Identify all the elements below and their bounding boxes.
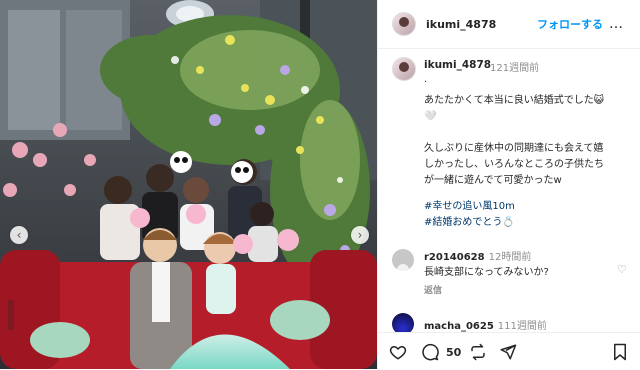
- comment-icon[interactable]: [420, 342, 440, 362]
- comment-text: 長崎支部になってみないか?: [424, 267, 549, 278]
- hashtag-link[interactable]: #幸せの追い風10m: [424, 197, 515, 212]
- comment-count: 50: [446, 346, 462, 359]
- share-icon[interactable]: [498, 342, 518, 362]
- avatar[interactable]: [392, 12, 416, 36]
- hashtag-link[interactable]: #結婚おめでとう💍: [424, 213, 515, 228]
- chevron-left-icon: ‹: [16, 228, 22, 242]
- caption-dot: .: [424, 74, 428, 85]
- comment-time: 12時間前: [488, 252, 532, 263]
- comment-username[interactable]: macha_0625 111週間前: [424, 317, 547, 332]
- post-photo[interactable]: ‹ ›: [0, 0, 377, 369]
- caption-time: 121週間前: [490, 63, 540, 74]
- caption-avatar[interactable]: [392, 57, 416, 81]
- reply-button[interactable]: 返信: [424, 283, 442, 296]
- follow-button[interactable]: フォローする: [537, 16, 603, 32]
- comment-avatar[interactable]: [392, 313, 414, 332]
- comment-avatar[interactable]: [392, 249, 414, 271]
- caption-text: あたたかくて本当に良い結婚式でした😺 🤍 久しぶりに産休中の同期達にも会えて嬉 …: [424, 95, 605, 186]
- more-icon[interactable]: …: [609, 16, 624, 32]
- comments-list: ikumi_4878 121週間前 . あたたかくて本当に良い結婚式でした😺 🤍…: [378, 49, 640, 332]
- comment-like-icon[interactable]: ♡: [617, 263, 627, 276]
- post-sidebar: ikumi_4878 フォローする … ikumi_4878 121週間前 . …: [378, 0, 640, 369]
- carousel-next-button[interactable]: ›: [351, 226, 369, 244]
- caption-username[interactable]: ikumi_4878: [424, 59, 491, 71]
- post-header: ikumi_4878 フォローする …: [378, 0, 640, 49]
- post-username[interactable]: ikumi_4878: [426, 18, 496, 31]
- carousel-prev-button[interactable]: ‹: [10, 226, 28, 244]
- comment-username[interactable]: r20140628 12時間前: [424, 248, 531, 263]
- comment-time: 111週間前: [497, 321, 547, 332]
- bookmark-icon[interactable]: [610, 342, 630, 362]
- action-bar: 50: [378, 332, 640, 370]
- repost-icon[interactable]: [468, 342, 488, 362]
- chevron-right-icon: ›: [357, 228, 363, 242]
- heart-icon[interactable]: [388, 342, 408, 362]
- wedding-photo-illustration: [0, 0, 377, 369]
